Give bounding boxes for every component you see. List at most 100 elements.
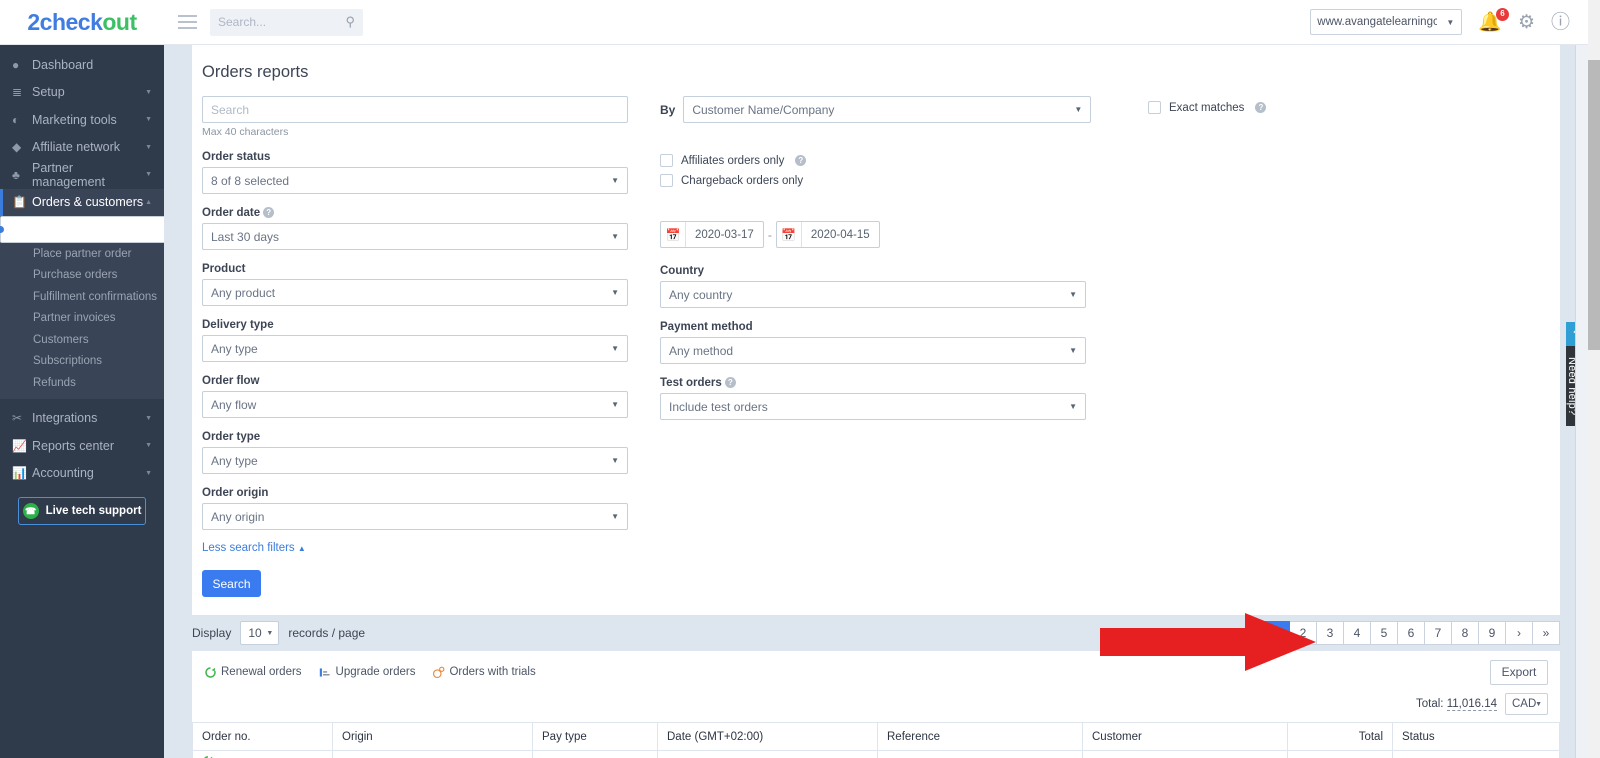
page-button-6[interactable]: 6 (1398, 621, 1425, 645)
global-search-input[interactable] (218, 15, 336, 29)
exact-matches-row[interactable]: Exact matches ? (1148, 101, 1560, 114)
sidebar-item-purchase-orders[interactable]: Purchase orders (0, 265, 164, 287)
page-button-8[interactable]: 8 (1452, 621, 1479, 645)
sidebar-item-partner-management[interactable]: ♣ Partner management ▼ (0, 161, 164, 189)
affiliates-orders-only-checkbox[interactable] (660, 154, 673, 167)
cell-date (657, 750, 878, 758)
delivery-type-select[interactable]: Any type ▼ (202, 335, 628, 362)
export-button[interactable]: Export (1490, 659, 1548, 685)
test-orders-select[interactable]: Include test orders ▼ (660, 393, 1086, 420)
sidebar-item-setup[interactable]: ≣ Setup ▼ (0, 79, 164, 107)
sidebar-item-accounting[interactable]: 📊 Accounting ▼ (0, 460, 164, 488)
menu-toggle-icon[interactable] (164, 15, 210, 29)
exact-matches-checkbox[interactable] (1148, 101, 1161, 114)
column-customer[interactable]: Customer (1082, 722, 1288, 751)
sidebar-item-dashboard[interactable]: ● Dashboard (0, 51, 164, 79)
date-from-field[interactable]: 📅 2020-03-17 (660, 221, 764, 248)
last-page-button[interactable]: » (1533, 621, 1560, 645)
less-search-filters-link[interactable]: Less search filters ▲ (202, 542, 642, 554)
column-origin[interactable]: Origin (332, 722, 533, 751)
sidebar-item-partner-invoices[interactable]: Partner invoices (0, 308, 164, 330)
order-type-select[interactable]: Any type ▼ (202, 447, 628, 474)
page-title: Orders reports (202, 63, 309, 81)
search-icon[interactable]: ⚲ (345, 14, 355, 30)
sidebar-item-orders-customers[interactable]: 📋 Orders & customers ▲ (0, 188, 164, 216)
order-flow-select[interactable]: Any flow ▼ (202, 391, 628, 418)
help-icon[interactable]: ? (795, 155, 807, 166)
sidebar-item-reports-center[interactable]: 📈 Reports center ▼ (0, 432, 164, 460)
help-icon[interactable]: ? (263, 207, 275, 219)
column-order-no[interactable]: Order no. (192, 722, 333, 751)
order-status-select[interactable]: 8 of 8 selected ▼ (202, 167, 628, 194)
column-date[interactable]: Date (GMT+02:00) (657, 722, 878, 751)
chevron-down-icon: ▼ (611, 512, 619, 521)
search-button[interactable]: Search (202, 570, 261, 597)
per-page-select[interactable]: 10 ▼ (240, 621, 280, 645)
date-to-field[interactable]: 📅 2020-04-15 (775, 221, 880, 248)
chargeback-orders-only-checkbox[interactable] (660, 174, 673, 187)
chevron-up-icon: ▲ (297, 544, 306, 553)
page-button-5[interactable]: 5 (1371, 621, 1398, 645)
currency-select[interactable]: CAD ▼ (1505, 693, 1548, 715)
search-by-select[interactable]: Customer Name/Company ▼ (683, 96, 1092, 123)
scrollbar-thumb[interactable] (1588, 60, 1600, 350)
column-reference[interactable]: Reference (877, 722, 1083, 751)
sidebar-item-fulfillment-confirmations[interactable]: Fulfillment confirmations (0, 286, 164, 308)
inner-scrollbar[interactable] (1575, 45, 1588, 758)
calendar-icon[interactable]: 📅 (777, 222, 802, 247)
sidebar-item-integrations[interactable]: ✂ Integrations ▼ (0, 405, 164, 433)
page-scrollbar[interactable] (1588, 0, 1600, 758)
keyword-search-field[interactable] (202, 96, 628, 123)
calendar-icon[interactable]: 📅 (661, 222, 686, 247)
order-origin-select[interactable]: Any origin ▼ (202, 503, 628, 530)
filters-left-column: Max 40 characters Order status 8 of 8 se… (202, 96, 642, 615)
notifications-button[interactable]: 🔔 6 (1478, 7, 1509, 32)
page-button-4[interactable]: 4 (1344, 621, 1371, 645)
page-button-7[interactable]: 7 (1425, 621, 1452, 645)
trial-clock-icon (433, 666, 445, 678)
payment-method-select[interactable]: Any method ▼ (660, 337, 1086, 364)
product-select[interactable]: Any product ▼ (202, 279, 628, 306)
legend-orders-with-trials[interactable]: Orders with trials (432, 666, 536, 679)
help-icon[interactable]: ? (724, 377, 736, 389)
notification-badge: 6 (1495, 7, 1509, 21)
main-content: Orders reports Max 40 characters Order s… (164, 45, 1588, 758)
global-search[interactable]: ⚲ (210, 8, 363, 36)
sidebar-item-affiliate-network[interactable]: ◆ Affiliate network ▼ (0, 134, 164, 162)
account-selector[interactable]: www.avangatelearningce... ▼ (1310, 9, 1463, 35)
live-tech-support-button[interactable]: ☎ Live tech support (18, 497, 146, 525)
sidebar-item-customers[interactable]: Customers (0, 329, 164, 351)
search-hint: Max 40 characters (202, 126, 289, 138)
sidebar-item-marketing-tools[interactable]: ◐ Marketing tools ▼ (0, 106, 164, 134)
sidebar-subitem-label: Refunds (33, 376, 76, 389)
order-date-select[interactable]: Last 30 days ▼ (202, 223, 628, 250)
sidebar-item-refunds[interactable]: Refunds (0, 372, 164, 394)
column-pay-type[interactable]: Pay type (532, 722, 658, 751)
chevron-down-icon: ▼ (611, 176, 619, 185)
column-status[interactable]: Status (1392, 722, 1560, 751)
sidebar-item-place-partner-order[interactable]: Place partner order (0, 243, 164, 265)
chevron-down-icon: ▼ (1069, 346, 1077, 355)
affiliates-orders-only-row[interactable]: Affiliates orders only ? (660, 154, 1130, 167)
legend-renewal-orders[interactable]: Renewal orders (204, 666, 302, 679)
chevron-up-icon: ▲ (145, 198, 152, 206)
app-logo[interactable]: 2checkout (0, 9, 164, 36)
gear-icon[interactable]: ⚙ (1518, 13, 1535, 32)
country-select[interactable]: Any country ▼ (660, 281, 1086, 308)
page-button-9[interactable]: 9 (1479, 621, 1506, 645)
country-value: Any country (669, 287, 733, 302)
top-bar: 2checkout ⚲ www.avangatelearningce... ▼ … (0, 0, 1600, 45)
legend-upgrade-orders[interactable]: Upgrade orders (319, 666, 415, 679)
delivery-type-value: Any type (211, 341, 258, 356)
keyword-search-input[interactable] (211, 102, 605, 117)
table-row[interactable] (192, 750, 1560, 758)
next-page-button[interactable]: › (1506, 621, 1533, 645)
column-total[interactable]: Total (1287, 722, 1393, 751)
page-button-3[interactable]: 3 (1317, 621, 1344, 645)
help-circle-icon[interactable]: ⓘ (1551, 13, 1570, 32)
chargeback-orders-only-row[interactable]: Chargeback orders only (660, 174, 1130, 187)
help-icon[interactable]: ? (1255, 102, 1267, 113)
per-page-control: Display 10 ▼ records / page (192, 621, 365, 645)
sidebar-item-subscriptions[interactable]: Subscriptions (0, 351, 164, 373)
sidebar-item-order-search[interactable]: Order search (0, 216, 164, 243)
